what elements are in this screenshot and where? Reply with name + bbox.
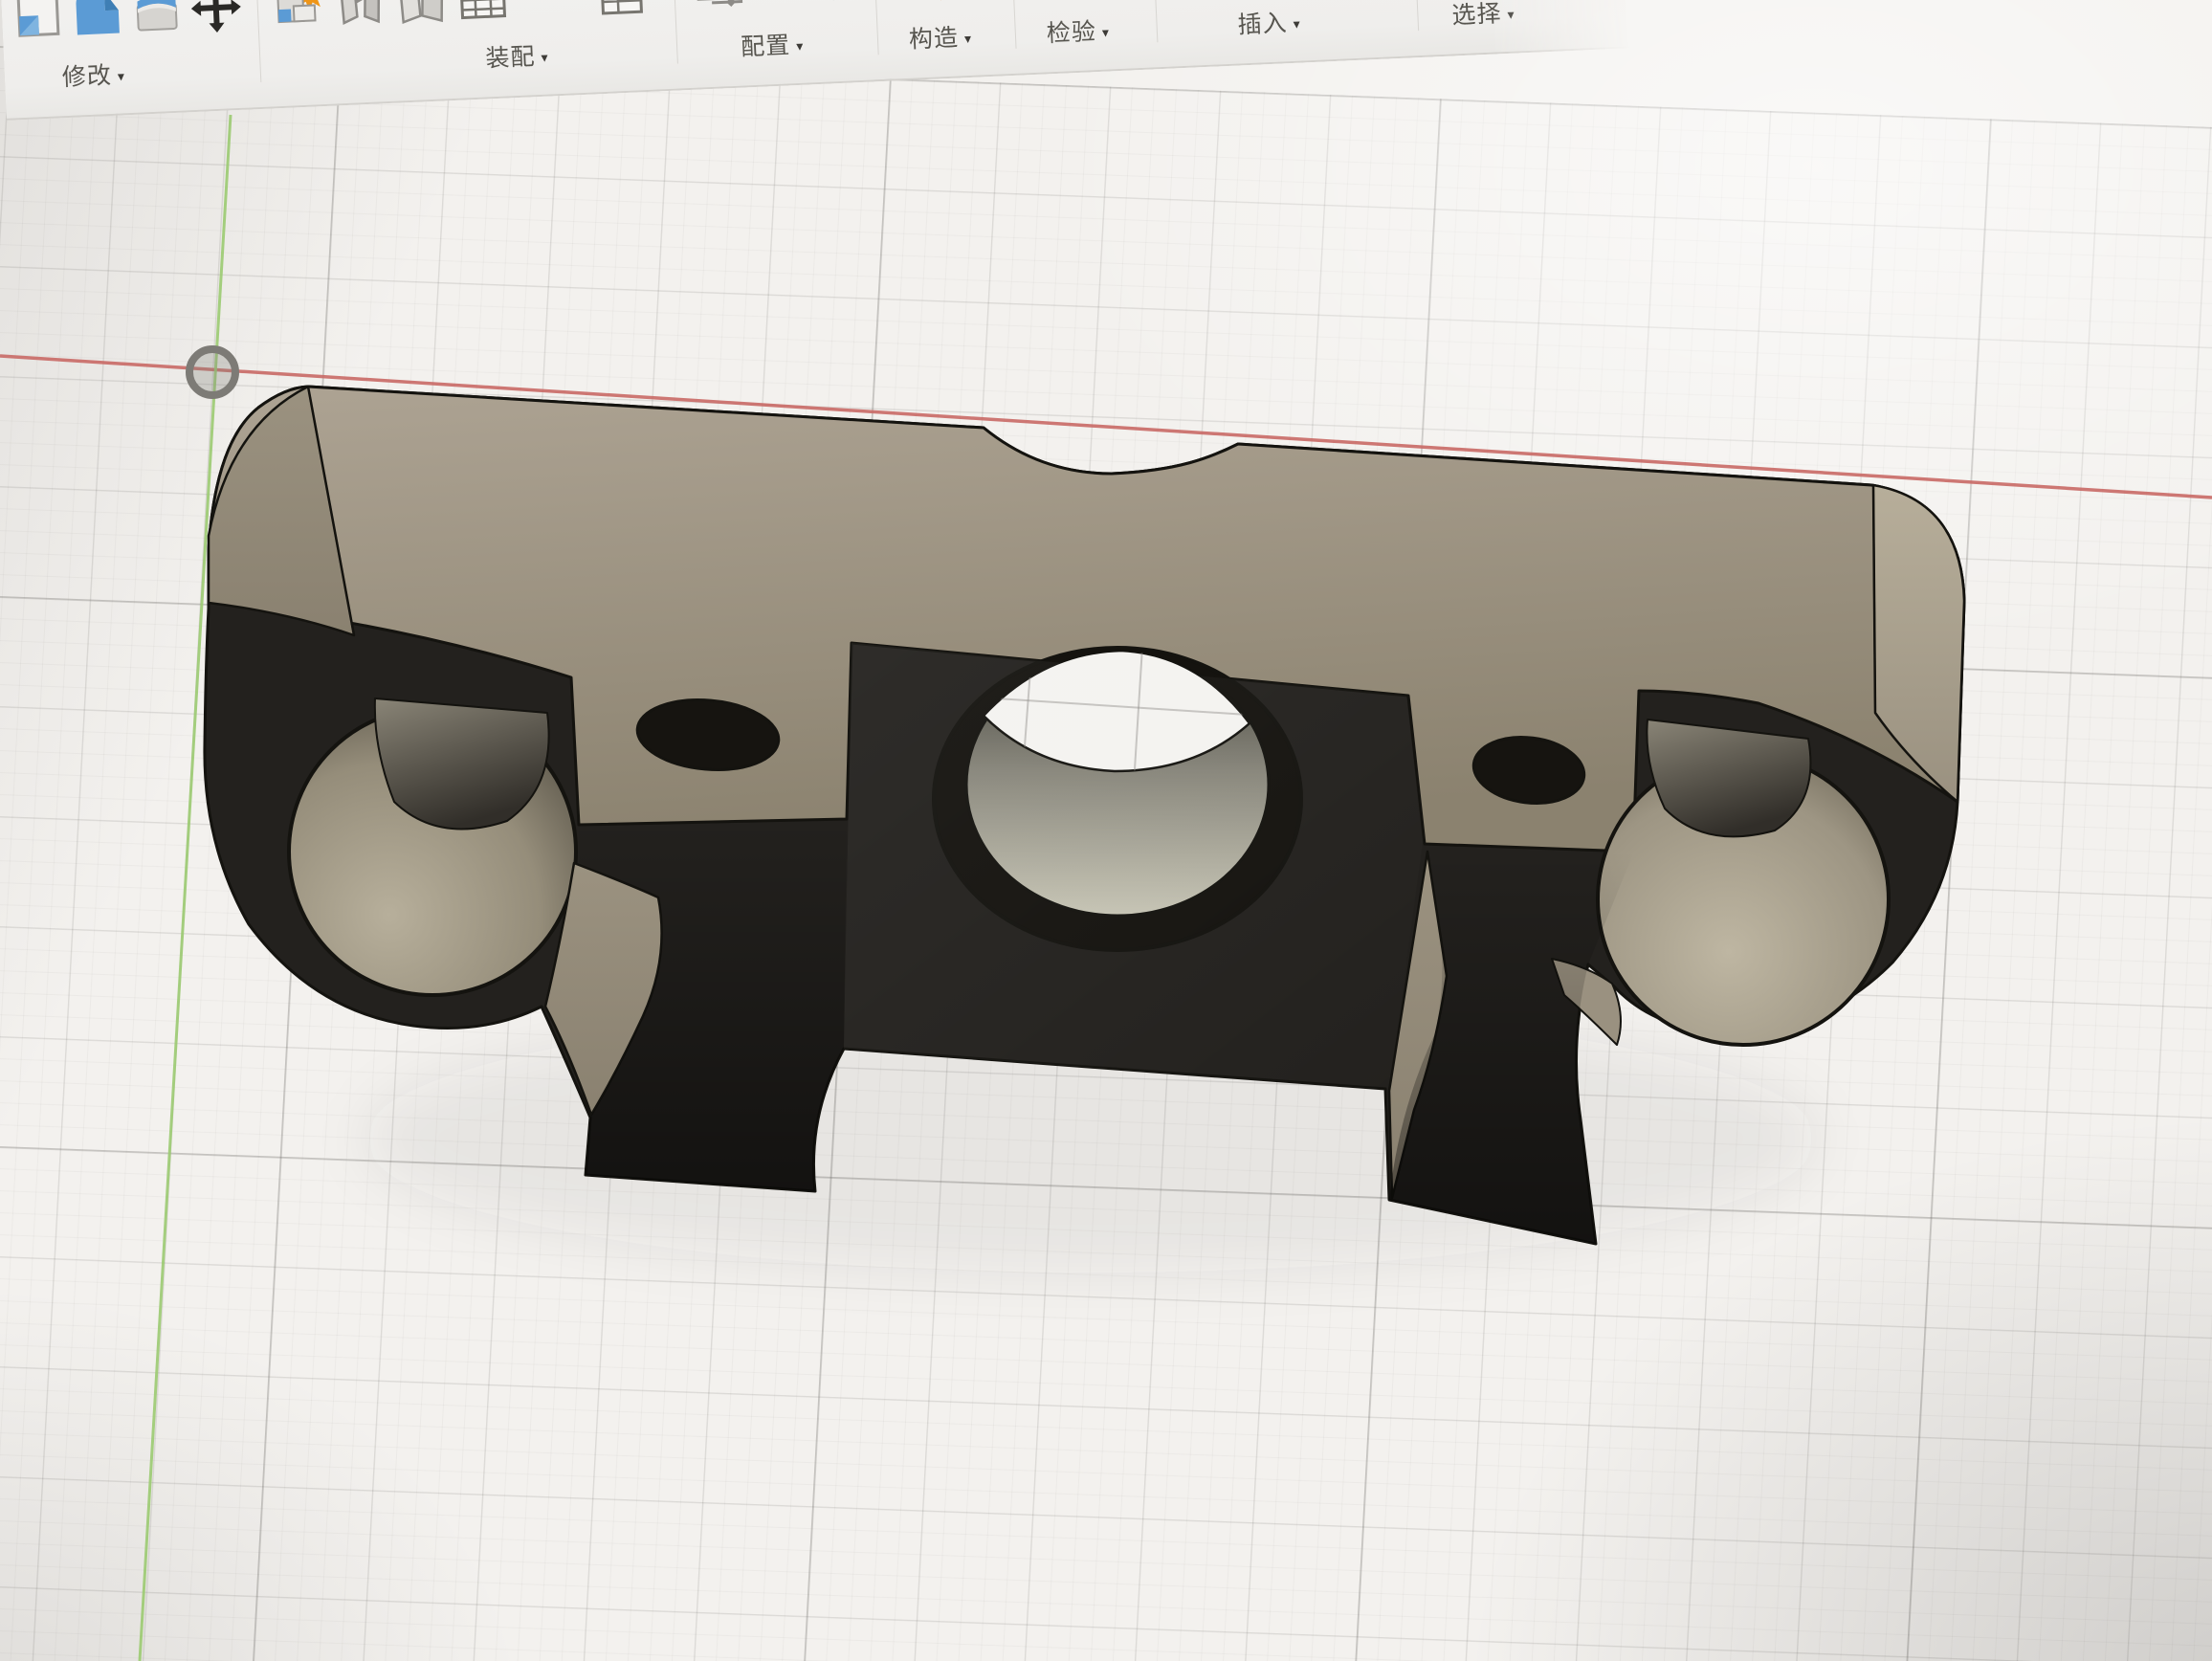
cad-viewport	[0, 0, 2212, 1661]
construction-plane-icon[interactable]	[902, 0, 958, 4]
chevron-down-icon: ▾	[1293, 16, 1301, 32]
insert-menu[interactable]: 插入▾	[1237, 4, 1302, 41]
new-component-icon[interactable]	[272, 0, 327, 32]
select-menu[interactable]: 选择▾	[1451, 0, 1516, 32]
origin-point[interactable]	[189, 349, 235, 395]
chevron-down-icon: ▾	[1507, 7, 1515, 22]
rigid-group-icon[interactable]	[454, 0, 510, 24]
construct-menu[interactable]: 构造▾	[908, 18, 973, 55]
front-face-sheen	[844, 643, 1423, 1091]
move-icon[interactable]	[188, 0, 244, 35]
configuration-table-icon[interactable]	[791, 0, 847, 9]
chevron-down-icon: ▾	[118, 68, 126, 83]
shell-icon[interactable]	[129, 0, 185, 38]
toolbar-group-assemble: 装配▾	[263, 0, 671, 105]
toolbar-group-select: 选择▾	[1425, 0, 1565, 54]
screen-photo: 修改▾	[0, 0, 2212, 1661]
toolbar-separator	[1413, 0, 1419, 31]
joint-icon[interactable]	[332, 0, 387, 29]
inspect-menu[interactable]: 检验▾	[1046, 11, 1111, 49]
toolbar-separator	[673, 0, 678, 64]
toolbar-group-construct: 构造▾	[887, 0, 1018, 78]
press-pull-icon[interactable]	[11, 0, 66, 43]
configure-menu[interactable]: 配置▾	[740, 26, 805, 63]
configuration-icon[interactable]	[691, 0, 746, 13]
toolbar-group-inspect: 检验▾	[1021, 0, 1161, 71]
as-built-joint-icon[interactable]	[393, 0, 449, 27]
chevron-down-icon: ▾	[541, 50, 549, 65]
modify-menu[interactable]: 修改▾	[61, 55, 126, 93]
chevron-down-icon: ▾	[1102, 24, 1111, 39]
toolbar-group-modify: 修改▾	[8, 0, 262, 116]
chevron-down-icon: ▾	[796, 38, 805, 54]
toolbar-group-insert: 插入▾	[1164, 0, 1409, 65]
fillet-icon[interactable]	[70, 0, 125, 41]
bom-table-icon[interactable]	[593, 0, 649, 17]
assemble-menu[interactable]: 装配▾	[485, 37, 550, 75]
toolbar-group-configure: 配置▾	[680, 0, 877, 86]
chevron-down-icon: ▾	[964, 31, 973, 46]
